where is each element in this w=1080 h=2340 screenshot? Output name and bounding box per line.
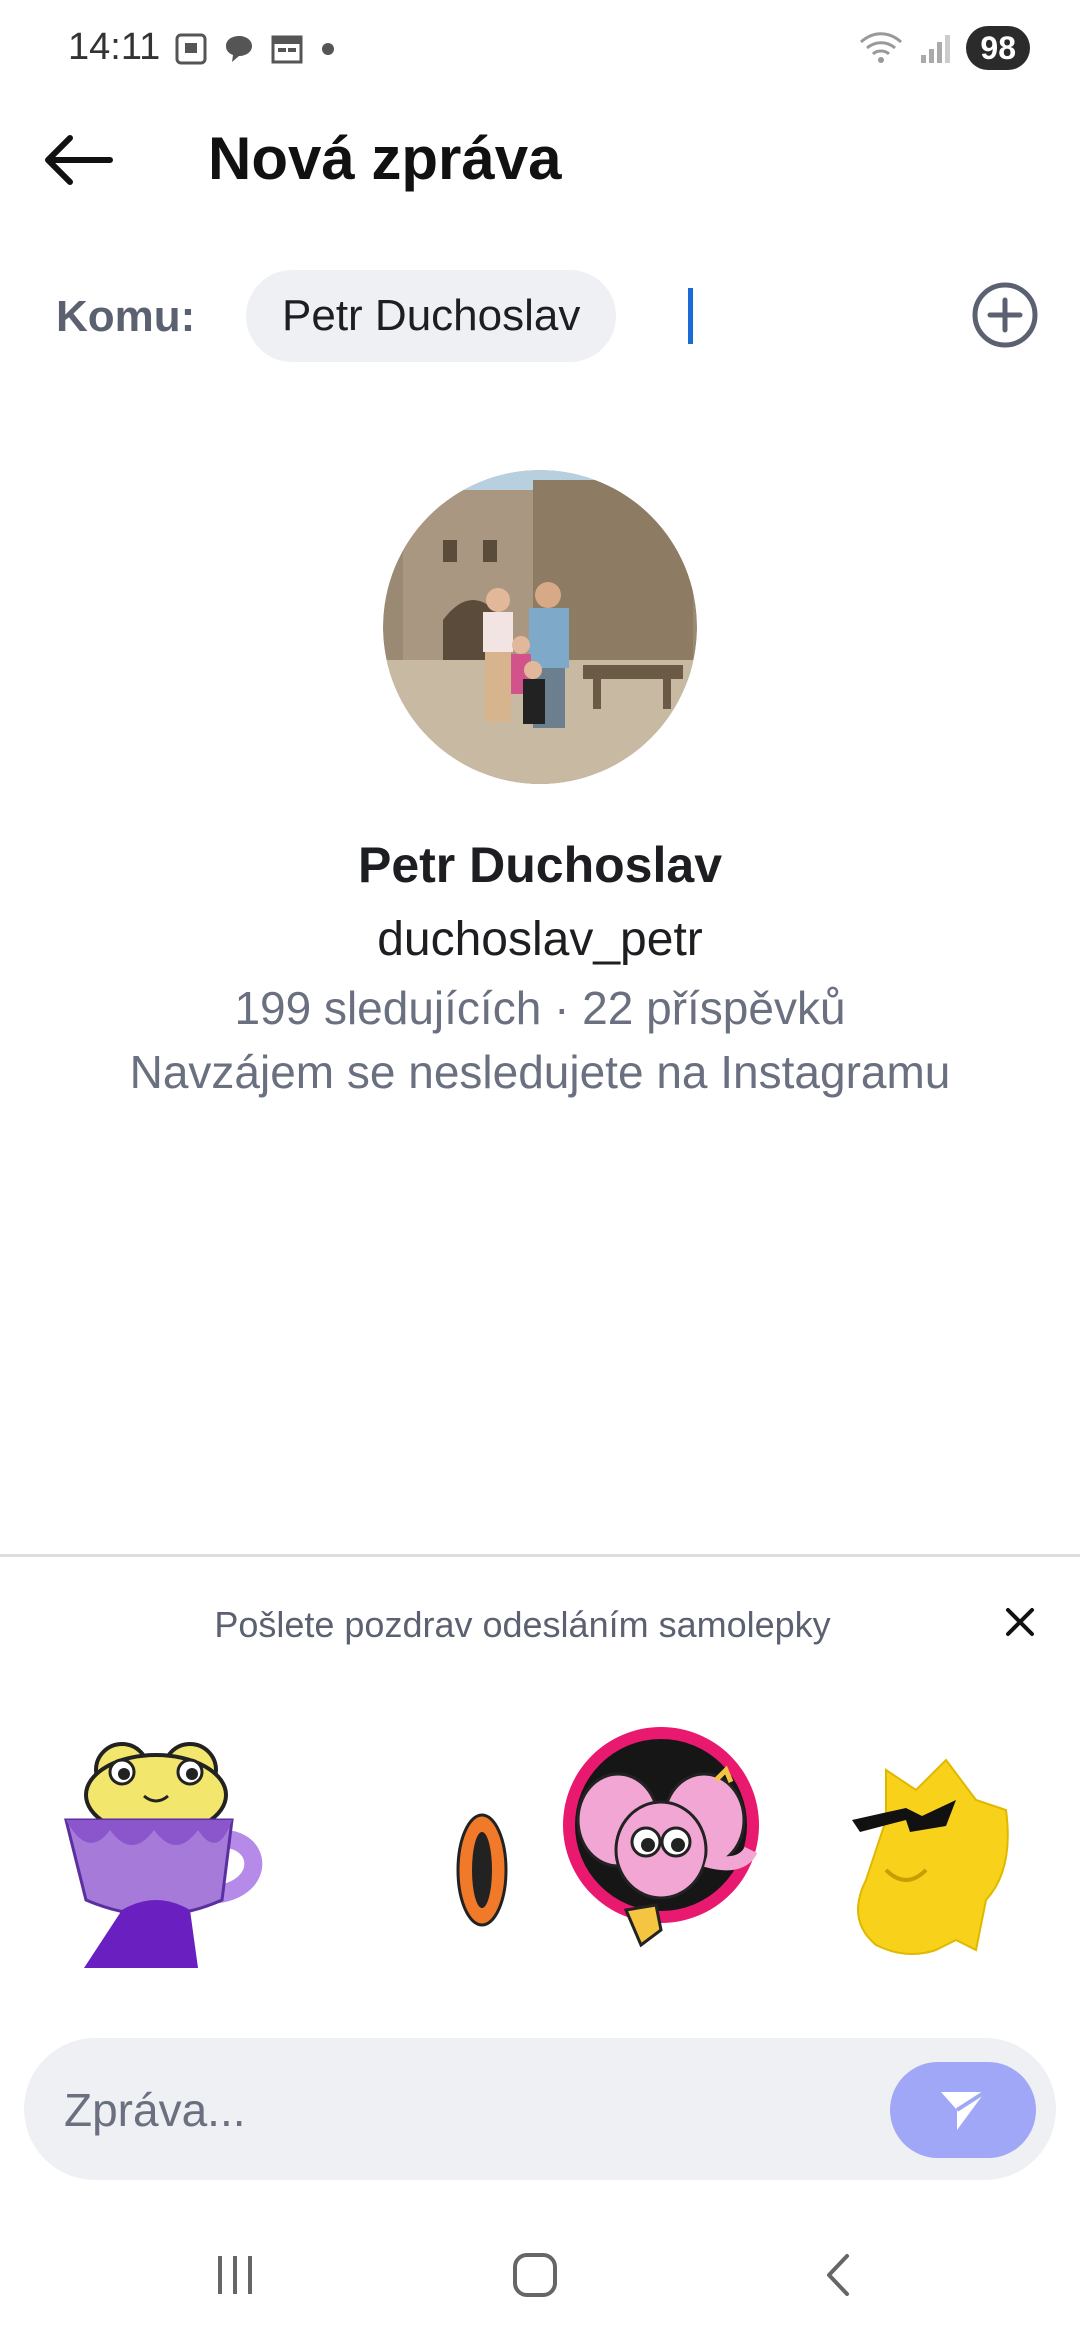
text-caret	[688, 288, 693, 344]
screenshot-icon	[175, 33, 207, 65]
status-time: 14:11	[68, 26, 161, 68]
status-system-icons: 98	[858, 26, 1030, 70]
battery-indicator: 98	[966, 26, 1030, 70]
pink-elephant-sticker[interactable]	[556, 1720, 766, 1960]
home-button[interactable]	[495, 2240, 575, 2310]
wifi-icon	[860, 32, 903, 63]
frog-cup-sticker[interactable]	[62, 1720, 282, 1980]
header: Nová zpráva	[0, 110, 1080, 210]
to-label: Komu:	[56, 292, 196, 341]
signal-icon	[921, 35, 951, 63]
recipient-chip[interactable]: Petr Duchoslav	[246, 270, 617, 362]
ring-sticker[interactable]	[452, 1810, 512, 1930]
yellow-cool-sticker[interactable]	[846, 1750, 1016, 1960]
message-input[interactable]	[62, 2038, 866, 2182]
chat-bubble-icon	[226, 36, 252, 62]
message-composer	[24, 2038, 1056, 2182]
profile-username: duchoslav_petr	[377, 913, 703, 966]
system-nav-bar	[0, 2220, 1080, 2320]
recent-apps-icon	[218, 2256, 252, 2294]
recent-apps-button[interactable]	[195, 2240, 275, 2310]
follow-status: Navzájem se nesledujete na Instagramu	[129, 1046, 951, 1098]
avatar[interactable]	[383, 470, 697, 784]
sticker-row	[0, 1720, 1080, 1980]
status-notification-icons	[174, 32, 338, 66]
close-icon[interactable]	[1000, 1602, 1040, 1642]
sticker-prompt: Pošlete pozdrav odesláním samolepky	[214, 1604, 831, 1645]
back-button[interactable]	[800, 2240, 880, 2310]
back-arrow-icon[interactable]	[40, 130, 120, 190]
calendar-icon	[271, 35, 303, 64]
status-bar: 14:11 98	[0, 0, 1080, 100]
profile-stats: 199 sledujících · 22 příspěvků	[234, 982, 846, 1034]
send-button[interactable]	[890, 2062, 1036, 2158]
back-icon	[827, 2254, 849, 2296]
divider	[0, 1554, 1080, 1557]
recipient-row: Komu: Petr Duchoslav	[0, 268, 1080, 364]
profile-name: Petr Duchoslav	[357, 837, 722, 893]
home-icon	[513, 2253, 557, 2297]
profile-card: Petr Duchoslav duchoslav_petr 199 sleduj…	[0, 470, 1080, 1099]
add-circle-icon[interactable]	[970, 280, 1040, 350]
dot-icon	[322, 43, 334, 55]
send-icon	[941, 2090, 987, 2130]
page-title: Nová zpráva	[208, 125, 562, 192]
